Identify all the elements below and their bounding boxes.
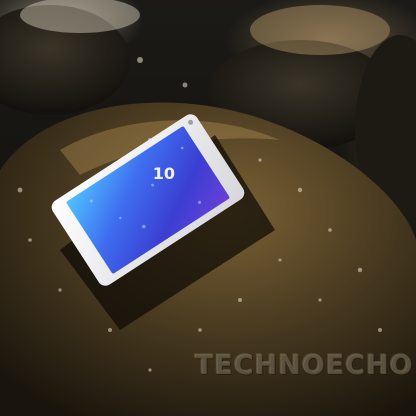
clock-text: 10 <box>153 164 175 183</box>
photo: 10 TECHNOECHO <box>0 0 416 416</box>
highlight <box>250 5 390 55</box>
watermark-text: TECHNOECHO <box>195 350 414 381</box>
